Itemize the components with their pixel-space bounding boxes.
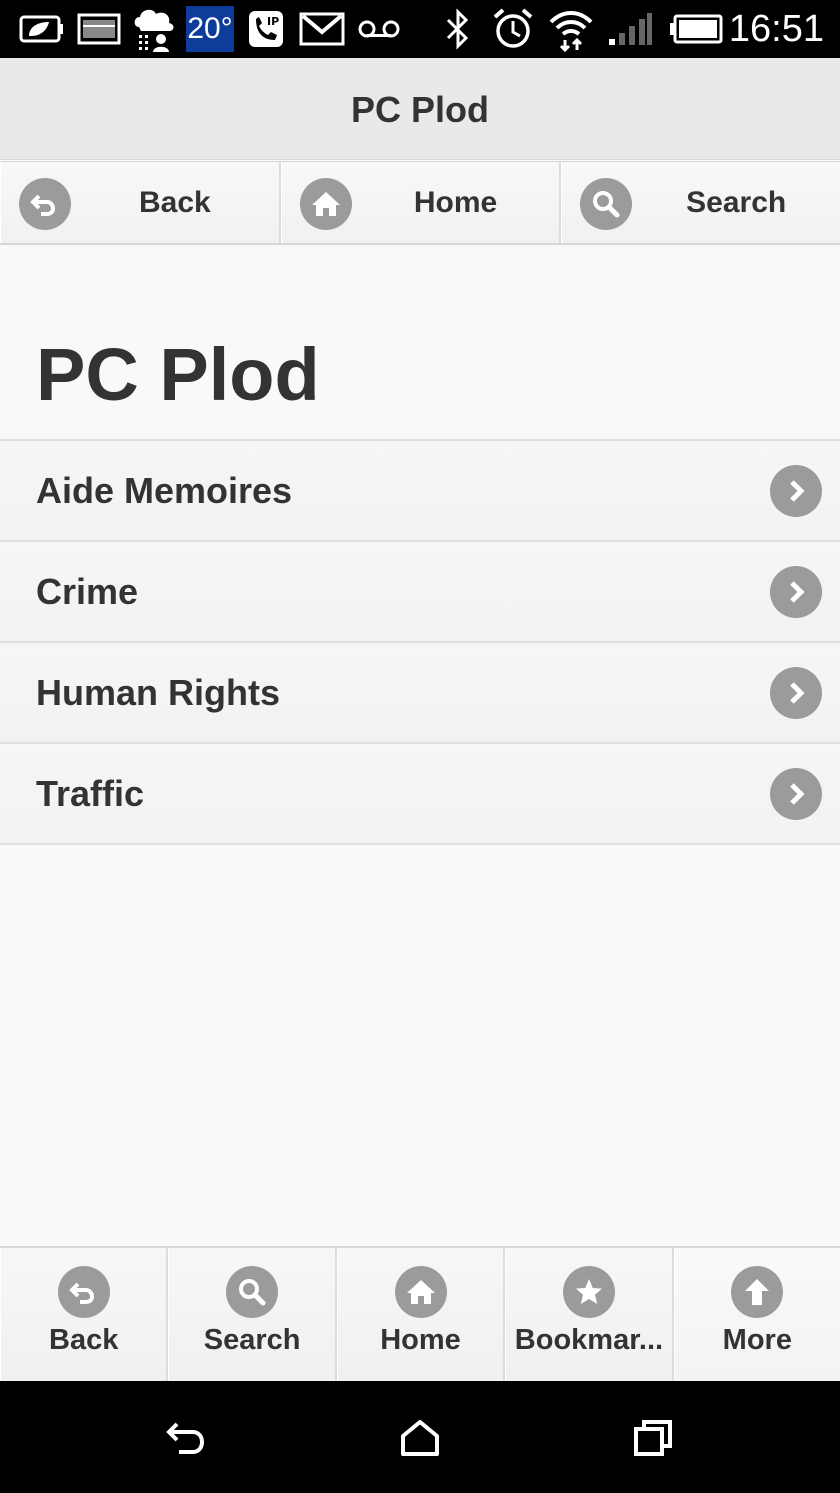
bottom-home-label: Home [380, 1324, 461, 1356]
top-back-button[interactable]: Back [0, 162, 281, 243]
back-arrow-icon [19, 178, 71, 230]
top-back-label: Back [138, 186, 211, 219]
status-bar: 20° IP 16:51 [0, 0, 840, 58]
system-recents-icon[interactable] [628, 1413, 678, 1463]
battery-saver-icon [18, 0, 66, 58]
bottom-bookmarks-button[interactable]: Bookmar... [505, 1248, 674, 1381]
chevron-right-icon [770, 667, 822, 719]
list-item-crime[interactable]: Crime [0, 542, 840, 643]
back-arrow-icon [57, 1266, 110, 1318]
battery-icon [668, 0, 724, 58]
wifi-icon [546, 0, 596, 58]
top-search-button[interactable]: Search [561, 162, 840, 243]
bottom-more-label: More [722, 1324, 792, 1356]
list-item-label: Traffic [36, 773, 145, 814]
top-home-button[interactable]: Home [280, 162, 562, 243]
gmail-icon [298, 0, 346, 58]
search-icon [580, 178, 633, 230]
page-title: PC Plod [36, 333, 320, 416]
app-header: PC Plod [0, 58, 840, 160]
bottom-bookmarks-label: Bookmar... [514, 1324, 664, 1356]
chevron-right-icon [770, 768, 822, 820]
status-time: 16:51 [728, 8, 824, 50]
top-search-label: Search [686, 186, 787, 219]
voicemail-icon [356, 0, 402, 58]
image-icon [76, 0, 122, 58]
signal-icon [606, 0, 654, 58]
search-icon [226, 1266, 279, 1318]
bottom-home-button[interactable]: Home [336, 1248, 506, 1381]
android-nav-bar [0, 1381, 840, 1493]
bluetooth-icon [442, 0, 474, 58]
arrow-up-icon [731, 1266, 784, 1318]
alarm-icon [490, 0, 536, 58]
list-item-traffic[interactable]: Traffic [0, 744, 840, 845]
bottom-search-button[interactable]: Search [168, 1248, 337, 1381]
star-icon [562, 1266, 615, 1318]
system-back-icon[interactable] [162, 1413, 212, 1463]
list-item-label: Human Rights [36, 672, 281, 713]
bottom-back-label: Back [49, 1324, 119, 1356]
svg-text:IP: IP [267, 15, 279, 28]
bottom-search-label: Search [203, 1324, 301, 1356]
weather-rain-icon [130, 0, 178, 58]
top-nav: Back Home Search [0, 161, 840, 245]
bottom-toolbar: Back Search Home Bookmar... More [0, 1246, 840, 1381]
system-home-icon[interactable] [395, 1413, 445, 1463]
list-item-aide-memoires[interactable]: Aide Memoires [0, 441, 840, 542]
list-item-label: Crime [36, 571, 139, 612]
home-icon [394, 1266, 447, 1318]
bottom-more-button[interactable]: More [673, 1248, 840, 1381]
top-home-label: Home [413, 186, 498, 219]
chevron-right-icon [770, 465, 822, 517]
home-icon [299, 178, 352, 230]
list-item-label: Aide Memoires [36, 470, 293, 511]
chevron-right-icon [770, 566, 822, 618]
bottom-back-button[interactable]: Back [0, 1248, 169, 1381]
temperature-badge: 20° [186, 6, 234, 52]
category-list: Aide Memoires Crime Human Rights Traffic [0, 439, 840, 845]
list-item-human-rights[interactable]: Human Rights [0, 643, 840, 744]
phone-ip-icon: IP [246, 0, 286, 58]
header-title: PC Plod [350, 89, 489, 130]
